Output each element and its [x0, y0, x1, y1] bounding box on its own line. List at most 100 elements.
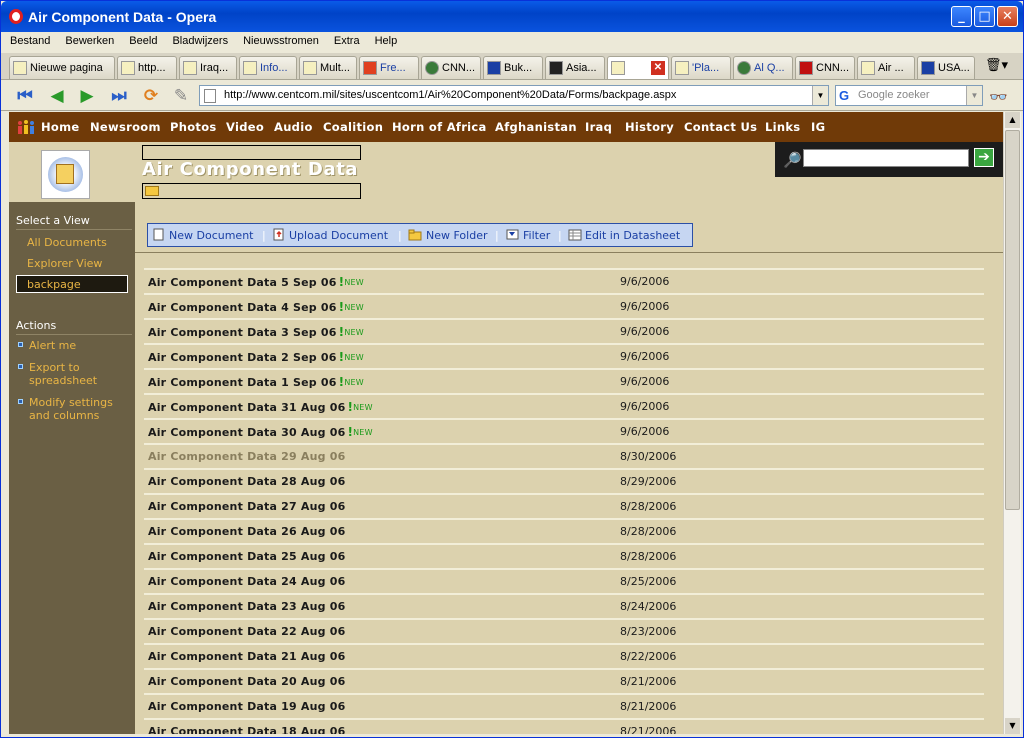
nav-photos[interactable]: Photos	[170, 120, 217, 134]
scrollbar-thumb[interactable]	[1005, 130, 1020, 510]
close-button[interactable]: ✕	[997, 6, 1018, 27]
glasses-icon[interactable]: 👓	[989, 88, 1008, 106]
menu-extra[interactable]: Extra	[325, 32, 366, 47]
table-row[interactable]: Air Component Data 23 Aug 06 8/24/2006	[144, 593, 984, 618]
table-row[interactable]: Air Component Data 30 Aug 06 !NEW 9/6/2006	[144, 418, 984, 443]
site-search-input[interactable]	[803, 149, 969, 167]
minimize-button[interactable]: _	[951, 6, 972, 27]
document-name-link[interactable]: Air Component Data 1 Sep 06 !NEW	[148, 375, 364, 389]
table-row[interactable]: Air Component Data 19 Aug 06 8/21/2006	[144, 693, 984, 718]
table-row[interactable]: Air Component Data 2 Sep 06 !NEW 9/6/2006	[144, 343, 984, 368]
document-name-link[interactable]: Air Component Data 21 Aug 06	[148, 650, 345, 663]
tab-active[interactable]: ✕	[607, 56, 669, 79]
site-logo[interactable]	[41, 150, 90, 199]
nav-links[interactable]: Links	[765, 120, 800, 134]
nav-home[interactable]: Home	[41, 120, 80, 134]
tab-fre[interactable]: Fre...	[359, 56, 419, 79]
tab-close-icon[interactable]: ✕	[651, 61, 665, 75]
document-name-link[interactable]: Air Component Data 26 Aug 06	[148, 525, 345, 538]
nav-afghanistan[interactable]: Afghanistan	[495, 120, 577, 134]
table-row[interactable]: Air Component Data 26 Aug 06 8/28/2006	[144, 518, 984, 543]
new-document-button[interactable]: New Document	[169, 229, 253, 242]
table-row[interactable]: Air Component Data 5 Sep 06 !NEW 9/6/2006	[144, 268, 984, 293]
table-row[interactable]: Air Component Data 4 Sep 06 !NEW 9/6/2006	[144, 293, 984, 318]
document-name-link[interactable]: Air Component Data 22 Aug 06	[148, 625, 345, 638]
table-row[interactable]: Air Component Data 31 Aug 06 !NEW 9/6/2006	[144, 393, 984, 418]
view-backpage[interactable]: backpage	[16, 275, 128, 293]
table-row[interactable]: Air Component Data 24 Aug 06 8/25/2006	[144, 568, 984, 593]
menu-nieuwsstromen[interactable]: Nieuwsstromen	[234, 32, 325, 47]
tab-nieuwe-pagina[interactable]: Nieuwe pagina	[9, 56, 115, 79]
maximize-button[interactable]: □	[974, 6, 995, 27]
document-name-link[interactable]: Air Component Data 18 Aug 06	[148, 725, 345, 734]
chevron-down-icon[interactable]: ▼	[966, 86, 982, 105]
trash-icon[interactable]: 🗑▾	[985, 58, 1008, 73]
nav-horn-of-africa[interactable]: Horn of Africa	[392, 120, 487, 134]
table-row[interactable]: Air Component Data 18 Aug 06 8/21/2006	[144, 718, 984, 734]
table-row[interactable]: Air Component Data 3 Sep 06 !NEW 9/6/2006	[144, 318, 984, 343]
nav-ig[interactable]: IG	[811, 120, 825, 134]
tab-pla[interactable]: 'Pla...	[671, 56, 731, 79]
vertical-scrollbar[interactable]: ▲ ▼	[1003, 112, 1021, 734]
document-name-link[interactable]: Air Component Data 29 Aug 06	[148, 450, 345, 463]
upload-document-button[interactable]: Upload Document	[289, 229, 388, 242]
filter-button[interactable]: Filter	[523, 229, 550, 242]
fast-forward-icon[interactable]: ⏭	[107, 85, 131, 107]
nav-video[interactable]: Video	[226, 120, 264, 134]
scroll-up-icon[interactable]: ▲	[1005, 112, 1020, 128]
scroll-down-icon[interactable]: ▼	[1005, 718, 1020, 734]
table-row[interactable]: Air Component Data 1 Sep 06 !NEW 9/6/2006	[144, 368, 984, 393]
nav-coalition[interactable]: Coalition	[323, 120, 383, 134]
document-name-link[interactable]: Air Component Data 25 Aug 06	[148, 550, 345, 563]
table-row[interactable]: Air Component Data 22 Aug 06 8/23/2006	[144, 618, 984, 643]
document-name-link[interactable]: Air Component Data 20 Aug 06	[148, 675, 345, 688]
tab-cnn[interactable]: CNN...	[421, 56, 481, 79]
tab-http[interactable]: http...	[117, 56, 177, 79]
reload-icon[interactable]: ⟳	[139, 85, 163, 107]
document-name-link[interactable]: Air Component Data 31 Aug 06 !NEW	[148, 400, 373, 414]
nav-newsroom[interactable]: Newsroom	[90, 120, 161, 134]
table-row[interactable]: Air Component Data 28 Aug 06 8/29/2006	[144, 468, 984, 493]
menu-beeld[interactable]: Beeld	[120, 32, 163, 47]
tab-mult[interactable]: Mult...	[299, 56, 357, 79]
document-name-link[interactable]: Air Component Data 19 Aug 06	[148, 700, 345, 713]
folder-icon[interactable]	[145, 186, 159, 196]
table-row[interactable]: Air Component Data 27 Aug 06 8/28/2006	[144, 493, 984, 518]
tab-asia[interactable]: Asia...	[545, 56, 605, 79]
tab-usa[interactable]: USA...	[917, 56, 975, 79]
tab-iraq[interactable]: Iraq...	[179, 56, 237, 79]
view-all-documents[interactable]: All Documents	[27, 236, 107, 249]
document-name-link[interactable]: Air Component Data 28 Aug 06	[148, 475, 345, 488]
menu-help[interactable]: Help	[366, 32, 404, 47]
nav-iraq[interactable]: Iraq	[585, 120, 612, 134]
view-explorer[interactable]: Explorer View	[27, 257, 102, 270]
action-modify-settings[interactable]: Modify settings and columns	[29, 396, 125, 422]
edit-datasheet-button[interactable]: Edit in Datasheet	[585, 229, 680, 242]
back-icon[interactable]: ◀	[45, 85, 69, 107]
menu-bewerken[interactable]: Bewerken	[56, 32, 120, 47]
search-field[interactable]: G Google zoeker ▼	[835, 85, 983, 106]
document-name-link[interactable]: Air Component Data 3 Sep 06 !NEW	[148, 325, 364, 339]
tab-info[interactable]: Info...	[239, 56, 297, 79]
table-row[interactable]: Air Component Data 25 Aug 06 8/28/2006	[144, 543, 984, 568]
new-folder-button[interactable]: New Folder	[426, 229, 487, 242]
table-row[interactable]: Air Component Data 21 Aug 06 8/22/2006	[144, 643, 984, 668]
tab-air[interactable]: Air ...	[857, 56, 915, 79]
document-name-link[interactable]: Air Component Data 2 Sep 06 !NEW	[148, 350, 364, 364]
action-export-spreadsheet[interactable]: Export to spreadsheet	[29, 361, 125, 387]
chevron-down-icon[interactable]: ▼	[812, 86, 828, 105]
document-name-link[interactable]: Air Component Data 5 Sep 06 !NEW	[148, 275, 364, 289]
document-name-link[interactable]: Air Component Data 24 Aug 06	[148, 575, 345, 588]
tab-alq[interactable]: Al Q...	[733, 56, 793, 79]
table-row[interactable]: Air Component Data 20 Aug 06 8/21/2006	[144, 668, 984, 693]
nav-contact-us[interactable]: Contact Us	[684, 120, 757, 134]
forward-icon[interactable]: ▶	[75, 85, 99, 107]
document-name-link[interactable]: Air Component Data 27 Aug 06	[148, 500, 345, 513]
tab-buk[interactable]: Buk...	[483, 56, 543, 79]
document-name-link[interactable]: Air Component Data 23 Aug 06	[148, 600, 345, 613]
address-field[interactable]: http://www.centcom.mil/sites/uscentcom1/…	[199, 85, 829, 106]
action-alert-me[interactable]: Alert me	[29, 339, 76, 352]
nav-audio[interactable]: Audio	[274, 120, 313, 134]
rewind-icon[interactable]: ⏮	[13, 85, 37, 107]
nav-history[interactable]: History	[625, 120, 674, 134]
